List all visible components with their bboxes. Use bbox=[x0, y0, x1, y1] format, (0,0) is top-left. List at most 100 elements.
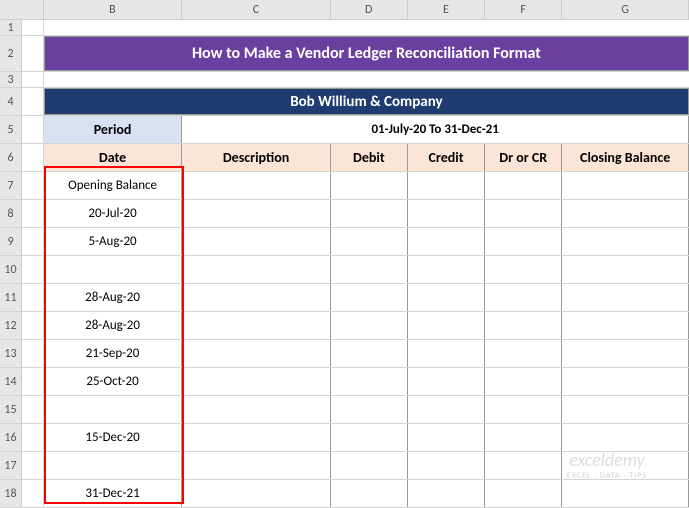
company-cell[interactable]: Bob Willium & Company bbox=[44, 88, 689, 115]
cell-date[interactable]: Opening Balance bbox=[44, 172, 183, 199]
cell-dr-cr[interactable] bbox=[485, 228, 562, 255]
cell-credit[interactable] bbox=[408, 172, 485, 199]
row-header-17[interactable]: 17 bbox=[0, 452, 22, 479]
column-header-c[interactable]: C bbox=[182, 0, 330, 19]
cell-date[interactable]: 28-Aug-20 bbox=[44, 284, 183, 311]
cell-date[interactable] bbox=[44, 256, 183, 283]
column-header-g[interactable]: G bbox=[562, 0, 689, 19]
cell-closing[interactable] bbox=[562, 284, 689, 311]
header-closing[interactable]: Closing Balance bbox=[562, 144, 689, 171]
row-header-9[interactable]: 9 bbox=[0, 228, 22, 255]
cell-debit[interactable] bbox=[331, 312, 408, 339]
cell-description[interactable] bbox=[182, 172, 330, 199]
cell-debit[interactable] bbox=[331, 368, 408, 395]
cell-debit[interactable] bbox=[331, 172, 408, 199]
title-cell[interactable]: How to Make a Vendor Ledger Reconciliati… bbox=[44, 36, 689, 71]
cell-closing[interactable] bbox=[562, 396, 689, 423]
cell-description[interactable] bbox=[182, 200, 330, 227]
row-header-1[interactable]: 1 bbox=[0, 20, 22, 35]
cell-credit[interactable] bbox=[408, 312, 485, 339]
row-header-10[interactable]: 10 bbox=[0, 256, 22, 283]
cell-dr-cr[interactable] bbox=[485, 424, 562, 451]
cell-dr-cr[interactable] bbox=[485, 256, 562, 283]
cell-description[interactable] bbox=[182, 480, 330, 507]
cell-debit[interactable] bbox=[331, 228, 408, 255]
cell-debit[interactable] bbox=[331, 396, 408, 423]
cell-date[interactable]: 20-Jul-20 bbox=[44, 200, 183, 227]
cell-credit[interactable] bbox=[408, 284, 485, 311]
select-all-corner[interactable] bbox=[0, 0, 44, 19]
cell-credit[interactable] bbox=[408, 340, 485, 367]
cell-closing[interactable] bbox=[562, 172, 689, 199]
cell-dr-cr[interactable] bbox=[485, 396, 562, 423]
header-date[interactable]: Date bbox=[44, 144, 183, 171]
cell-closing[interactable] bbox=[562, 424, 689, 451]
cell-closing[interactable] bbox=[562, 228, 689, 255]
cell-date[interactable]: 25-Oct-20 bbox=[44, 368, 183, 395]
row-header-13[interactable]: 13 bbox=[0, 340, 22, 367]
row-header-11[interactable]: 11 bbox=[0, 284, 22, 311]
cell-date[interactable]: 31-Dec-21 bbox=[44, 480, 183, 507]
cell-dr-cr[interactable] bbox=[485, 480, 562, 507]
cell-date[interactable]: 5-Aug-20 bbox=[44, 228, 183, 255]
cell-credit[interactable] bbox=[408, 228, 485, 255]
cell-closing[interactable] bbox=[562, 256, 689, 283]
cell-description[interactable] bbox=[182, 424, 330, 451]
row-header-3[interactable]: 3 bbox=[0, 72, 22, 87]
cell-credit[interactable] bbox=[408, 200, 485, 227]
row-header-8[interactable]: 8 bbox=[0, 200, 22, 227]
cell-dr-cr[interactable] bbox=[485, 172, 562, 199]
cell-description[interactable] bbox=[182, 256, 330, 283]
cell-description[interactable] bbox=[182, 340, 330, 367]
row-header-5[interactable]: 5 bbox=[0, 116, 22, 143]
cell-credit[interactable] bbox=[408, 256, 485, 283]
cell-closing[interactable] bbox=[562, 480, 689, 507]
cell-debit[interactable] bbox=[331, 480, 408, 507]
header-credit[interactable]: Credit bbox=[408, 144, 485, 171]
column-header-e[interactable]: E bbox=[408, 0, 485, 19]
cell-credit[interactable] bbox=[408, 452, 485, 479]
column-header-d[interactable]: D bbox=[331, 0, 408, 19]
cell-closing[interactable] bbox=[562, 368, 689, 395]
cell-credit[interactable] bbox=[408, 480, 485, 507]
cell-closing[interactable] bbox=[562, 200, 689, 227]
row-header-14[interactable]: 14 bbox=[0, 368, 22, 395]
cell-debit[interactable] bbox=[331, 452, 408, 479]
cell-debit[interactable] bbox=[331, 256, 408, 283]
cell-description[interactable] bbox=[182, 368, 330, 395]
cell-dr-cr[interactable] bbox=[485, 452, 562, 479]
cell-debit[interactable] bbox=[331, 284, 408, 311]
row-header-2[interactable]: 2 bbox=[0, 36, 22, 71]
cell-debit[interactable] bbox=[331, 200, 408, 227]
cell-description[interactable] bbox=[182, 452, 330, 479]
column-header-b[interactable]: B bbox=[44, 0, 183, 19]
header-description[interactable]: Description bbox=[182, 144, 330, 171]
row-header-12[interactable]: 12 bbox=[0, 312, 22, 339]
cell-closing[interactable] bbox=[562, 312, 689, 339]
cell-date[interactable]: 15-Dec-20 bbox=[44, 424, 183, 451]
cell-credit[interactable] bbox=[408, 424, 485, 451]
row-header-7[interactable]: 7 bbox=[0, 172, 22, 199]
row-header-4[interactable]: 4 bbox=[0, 88, 22, 115]
cell-description[interactable] bbox=[182, 228, 330, 255]
cell-dr-cr[interactable] bbox=[485, 284, 562, 311]
cell-closing[interactable] bbox=[562, 340, 689, 367]
cell-debit[interactable] bbox=[331, 424, 408, 451]
cell-date[interactable] bbox=[44, 396, 183, 423]
cell-credit[interactable] bbox=[408, 396, 485, 423]
cell-credit[interactable] bbox=[408, 368, 485, 395]
cell-dr-cr[interactable] bbox=[485, 368, 562, 395]
row-header-16[interactable]: 16 bbox=[0, 424, 22, 451]
cell-dr-cr[interactable] bbox=[485, 200, 562, 227]
period-value-cell[interactable]: 01-July-20 To 31-Dec-21 bbox=[182, 116, 689, 143]
cell-dr-cr[interactable] bbox=[485, 340, 562, 367]
cell-date[interactable] bbox=[44, 452, 183, 479]
cell-description[interactable] bbox=[182, 396, 330, 423]
cell-description[interactable] bbox=[182, 284, 330, 311]
cell-debit[interactable] bbox=[331, 340, 408, 367]
cell-date[interactable]: 21-Sep-20 bbox=[44, 340, 183, 367]
cell-dr-cr[interactable] bbox=[485, 312, 562, 339]
period-label-cell[interactable]: Period bbox=[44, 116, 183, 143]
row-header-18[interactable]: 18 bbox=[0, 480, 22, 507]
row-header-6[interactable]: 6 bbox=[0, 144, 22, 171]
